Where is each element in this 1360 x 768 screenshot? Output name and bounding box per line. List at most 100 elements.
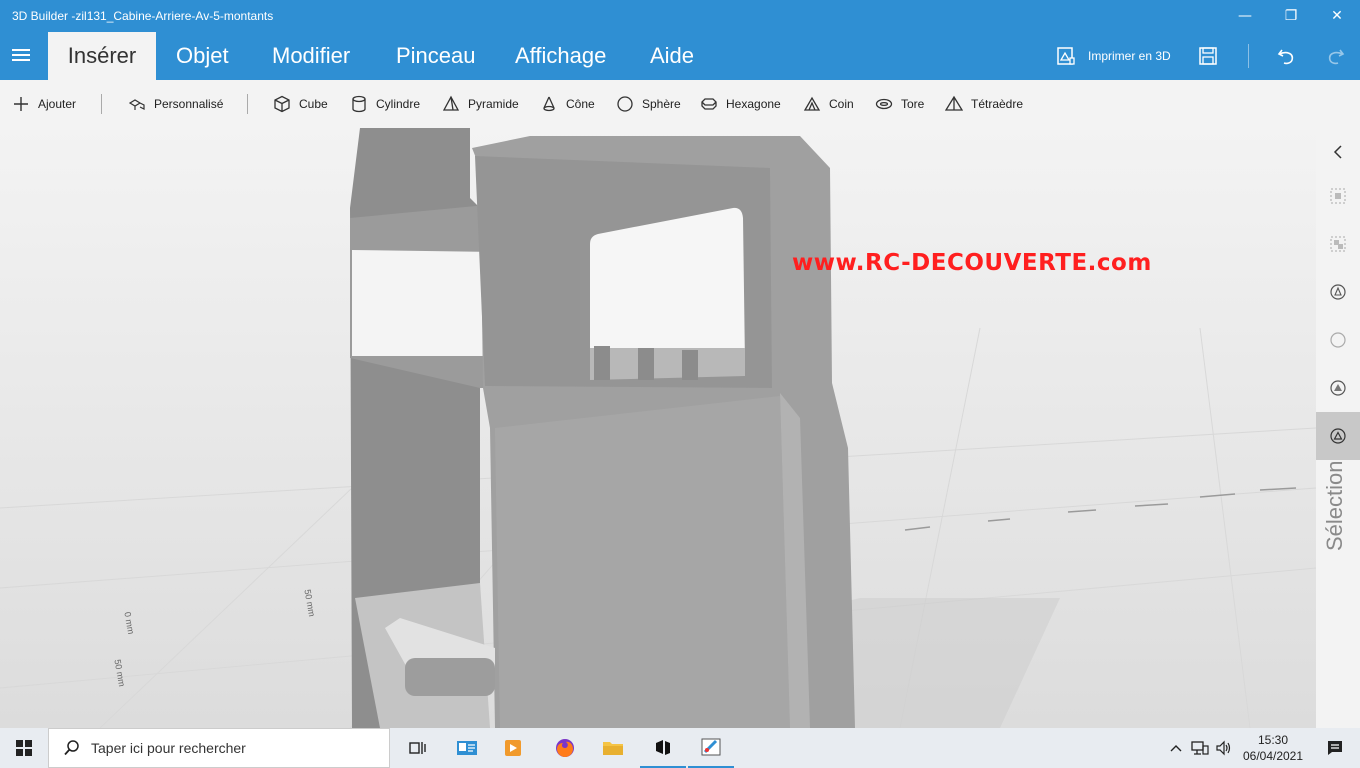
hexagon-button[interactable]: Hexagone	[700, 80, 781, 128]
close-button[interactable]: ✕	[1314, 0, 1360, 32]
cylinder-label: Cylindre	[376, 97, 421, 111]
task-view-button[interactable]	[394, 728, 440, 768]
sphere-icon	[617, 96, 633, 112]
window-title: 3D Builder -zil131_Cabine-Arriere-Av-5-m…	[12, 9, 274, 23]
menu-button[interactable]	[12, 46, 30, 64]
speaker-icon	[1216, 740, 1231, 756]
collapse-panel-button[interactable]	[1316, 128, 1360, 176]
network-button[interactable]	[1188, 728, 1212, 768]
save-button[interactable]	[1198, 32, 1218, 80]
select-all-button[interactable]	[1316, 172, 1360, 220]
tab-objet[interactable]: Objet	[176, 32, 229, 80]
select-box-icon	[1330, 188, 1346, 204]
plus-icon	[14, 97, 28, 111]
undo-button[interactable]	[1276, 32, 1298, 80]
watermark-text: www.RC-DECOUVERTE.com	[792, 250, 1152, 276]
taskbar-app-explorer[interactable]	[590, 728, 636, 768]
3d-viewport[interactable]: 50 mm 0 mm 50 mm	[0, 128, 1316, 728]
tab-inserer[interactable]: Insérer	[48, 32, 156, 80]
taskbar-app-firefox[interactable]	[542, 728, 588, 768]
cab-model	[350, 128, 855, 728]
title-bar: 3D Builder -zil131_Cabine-Arriere-Av-5-m…	[0, 0, 1360, 32]
cylinder-button[interactable]: Cylindre	[350, 80, 420, 128]
pyramid-icon	[442, 95, 460, 111]
cube-label: Cube	[299, 97, 328, 111]
folder-icon	[603, 742, 623, 755]
side-panel	[1316, 128, 1360, 728]
tetrahedron-label: Tétraèdre	[971, 97, 1024, 111]
select-circle-button[interactable]	[1316, 316, 1360, 364]
select-objects-button[interactable]	[1316, 220, 1360, 268]
cone-button[interactable]: Cône	[540, 80, 595, 128]
custom-label: Personnalisé	[154, 97, 224, 111]
contacts-app-icon	[457, 741, 477, 755]
sphere-label: Sphère	[642, 97, 681, 111]
task-view-icon	[409, 742, 426, 754]
pyramid-label: Pyramide	[468, 97, 519, 111]
tetrahedron-button[interactable]: Tétraèdre	[945, 80, 1023, 128]
tab-pinceau[interactable]: Pinceau	[396, 32, 476, 80]
tab-modifier[interactable]: Modifier	[272, 32, 350, 80]
wedge-button[interactable]: Coin	[803, 80, 854, 128]
firefox-icon	[556, 739, 574, 757]
triangle-select-icon	[1330, 428, 1346, 444]
toolbar-divider	[101, 94, 102, 114]
search-placeholder: Taper ici pour rechercher	[91, 740, 246, 756]
action-center-button[interactable]	[1312, 728, 1358, 768]
system-clock[interactable]: 15:30 06/04/2021	[1236, 732, 1310, 764]
custom-shapes-icon	[128, 99, 145, 110]
video-app-icon	[505, 740, 521, 756]
clock-time: 15:30	[1257, 733, 1289, 747]
taskbar-search-box[interactable]: Taper ici pour rechercher	[48, 728, 390, 768]
print-3d-button[interactable]: Imprimer en 3D	[1056, 32, 1171, 80]
chevron-left-icon	[1333, 145, 1342, 159]
torus-label: Tore	[901, 97, 925, 111]
select-mode-button[interactable]	[1316, 268, 1360, 316]
add-button[interactable]: Ajouter	[12, 80, 76, 128]
taskbar-app-contacts[interactable]	[444, 728, 490, 768]
minimize-button[interactable]: —	[1222, 0, 1268, 32]
ribbon-divider	[1248, 44, 1249, 68]
chevron-up-icon	[1170, 745, 1182, 752]
undo-icon	[1277, 49, 1294, 65]
pyramid-button[interactable]: Pyramide	[442, 80, 519, 128]
tab-aide[interactable]: Aide	[650, 32, 694, 80]
save-icon	[1199, 47, 1217, 65]
cone-label: Cône	[566, 97, 595, 111]
torus-icon	[875, 98, 893, 110]
wedge-icon	[803, 96, 821, 111]
volume-button[interactable]	[1212, 728, 1236, 768]
hexagon-icon	[701, 98, 717, 110]
custom-button[interactable]: Personnalisé	[128, 80, 223, 128]
select-triangle-button[interactable]	[1316, 412, 1360, 460]
sphere-button[interactable]: Sphère	[616, 80, 681, 128]
windows-logo-icon	[16, 740, 32, 756]
selection-panel-label: Sélection	[1322, 460, 1347, 551]
torus-button[interactable]: Tore	[875, 80, 924, 128]
redo-icon	[1328, 49, 1345, 65]
paint-icon	[701, 738, 721, 756]
circle-icon	[1330, 332, 1346, 348]
hamburger-line	[12, 54, 30, 56]
toolbar-divider	[247, 94, 248, 114]
start-button[interactable]	[0, 728, 48, 768]
taskbar-app-3d-builder[interactable]	[640, 728, 686, 768]
minimize-icon: —	[1238, 8, 1252, 24]
tetrahedron-icon	[945, 95, 963, 111]
taskbar-app-video[interactable]	[490, 728, 536, 768]
redo-button[interactable]	[1324, 32, 1346, 80]
cube-button[interactable]: Cube	[273, 80, 328, 128]
select-faces-button[interactable]	[1316, 364, 1360, 412]
hexagon-label: Hexagone	[726, 97, 781, 111]
show-hidden-icons-button[interactable]	[1162, 728, 1190, 768]
wedge-label: Coin	[829, 97, 854, 111]
tab-affichage[interactable]: Affichage	[515, 32, 606, 80]
hamburger-line	[12, 59, 30, 61]
maximize-button[interactable]: ❐	[1268, 0, 1314, 32]
cylinder-icon	[352, 95, 366, 113]
cube-icon	[274, 95, 290, 113]
taskbar: Taper ici pour rechercher 15:30 06/04/20…	[0, 728, 1360, 768]
3d-builder-icon	[656, 740, 670, 755]
compass-icon	[1330, 284, 1346, 300]
taskbar-app-paint[interactable]	[688, 728, 734, 768]
